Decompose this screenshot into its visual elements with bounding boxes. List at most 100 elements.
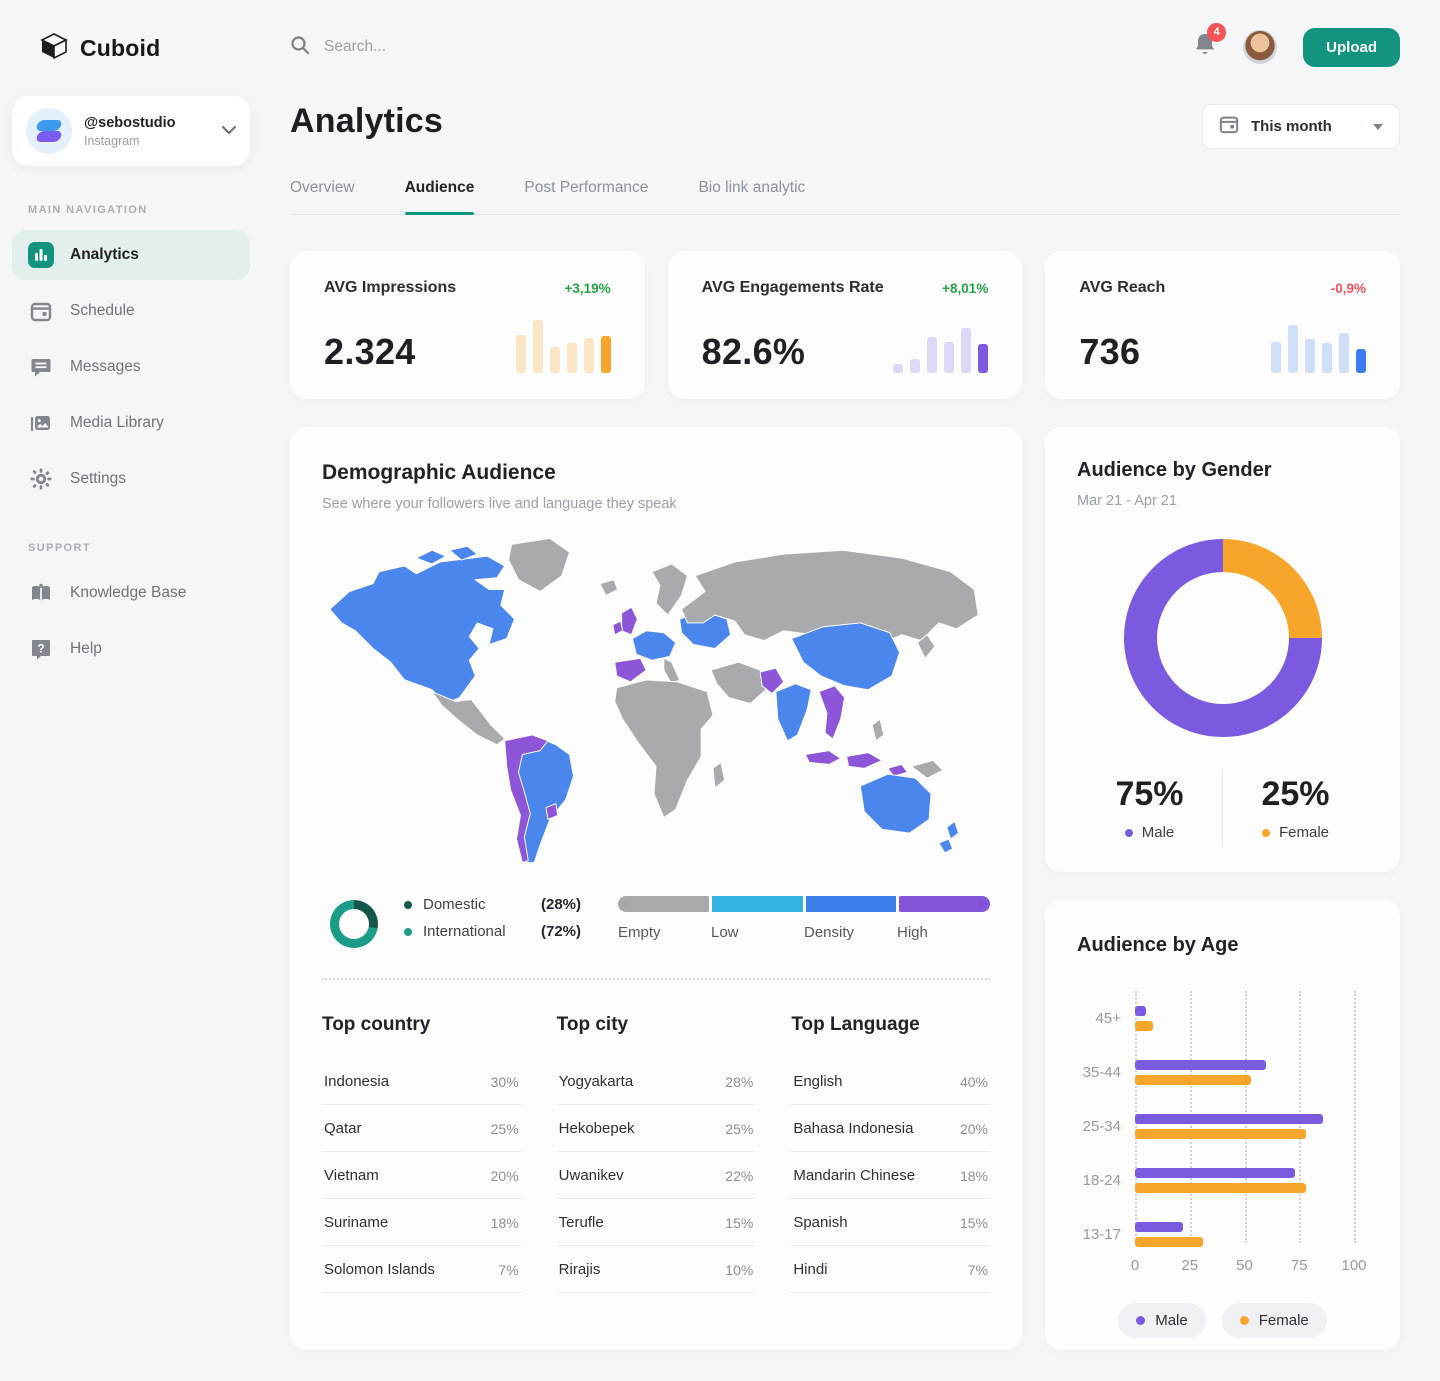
x-tick-label: 75 bbox=[1291, 1257, 1308, 1274]
tab-overview[interactable]: Overview bbox=[290, 179, 355, 214]
sidebar-item-label: Media Library bbox=[70, 414, 164, 432]
image-icon bbox=[28, 410, 54, 436]
density-segment bbox=[806, 896, 897, 912]
sidebar-item-label: Analytics bbox=[70, 246, 139, 264]
sidebar-item-schedule[interactable]: Schedule bbox=[12, 286, 250, 336]
female-stat: 25% Female bbox=[1223, 775, 1368, 841]
table-row: Solomon Islands 7% bbox=[322, 1246, 521, 1293]
age-row: 13-17 bbox=[1077, 1207, 1368, 1261]
audience-by-gender-card: Audience by Gender Mar 21 - Apr 21 75% M… bbox=[1045, 427, 1400, 872]
notifications-button[interactable]: 4 bbox=[1193, 32, 1217, 63]
brand-logo: Cuboid bbox=[12, 0, 250, 66]
bar-chart-icon bbox=[28, 242, 54, 268]
table-row: Mandarin Chinese 18% bbox=[791, 1152, 990, 1199]
row-name: Solomon Islands bbox=[324, 1261, 435, 1278]
main-content: 4 Upload Analytics This month Overview A… bbox=[262, 0, 1440, 1350]
stat-cards: AVG Impressions +3,19% 2.324 AVG Engagem… bbox=[290, 251, 1400, 399]
table-title: Top country bbox=[322, 1014, 521, 1036]
row-percentage: 28% bbox=[725, 1074, 753, 1090]
spark-bar bbox=[961, 328, 971, 373]
user-avatar[interactable] bbox=[1243, 30, 1277, 64]
spark-bar bbox=[601, 336, 611, 373]
international-dot bbox=[404, 928, 412, 936]
top-language-table: Top Language English 40%Bahasa Indonesia… bbox=[791, 1014, 990, 1293]
top-city-table: Top city Yogyakarta 28%Hekobepek 25%Uwan… bbox=[557, 1014, 756, 1293]
table-row: Hindi 7% bbox=[791, 1246, 990, 1293]
density-segment bbox=[618, 896, 709, 912]
sidebar-item-label: Settings bbox=[70, 470, 126, 488]
table-row: Terufle 15% bbox=[557, 1199, 756, 1246]
table-row: Hekobepek 25% bbox=[557, 1105, 756, 1152]
spark-bar bbox=[1305, 339, 1315, 373]
support-label: SUPPORT bbox=[28, 542, 250, 554]
density-segment bbox=[899, 896, 990, 912]
tab-post-performance[interactable]: Post Performance bbox=[524, 179, 648, 214]
female-bar bbox=[1135, 1237, 1203, 1247]
period-select[interactable]: This month bbox=[1202, 104, 1400, 149]
map-legend: Domestic (28%) International (72%) Empty… bbox=[322, 896, 990, 948]
domestic-legend: Domestic (28%) bbox=[404, 896, 581, 913]
domestic-international-donut bbox=[330, 900, 378, 948]
stat-title: AVG Reach bbox=[1079, 279, 1165, 297]
sidebar-item-analytics[interactable]: Analytics bbox=[12, 230, 250, 280]
age-bar-chart: 45+35-4425-3418-2413-17 bbox=[1077, 991, 1368, 1243]
row-percentage: 20% bbox=[491, 1168, 519, 1184]
search-input[interactable] bbox=[324, 38, 744, 56]
account-meta: @sebostudio Instagram bbox=[84, 115, 210, 148]
table-row: Spanish 15% bbox=[791, 1199, 990, 1246]
row-percentage: 7% bbox=[968, 1262, 988, 1278]
audience-by-age-card: Audience by Age 45+35-4425-3418-2413-17 … bbox=[1045, 900, 1400, 1350]
app-root: Cuboid @sebostudio Instagram MAIN NAVIGA… bbox=[0, 0, 1440, 1350]
legend-dot bbox=[1240, 1316, 1249, 1325]
legend-label: Male bbox=[1155, 1312, 1188, 1329]
domestic-dot bbox=[404, 901, 412, 909]
sidebar-item-settings[interactable]: Settings bbox=[12, 454, 250, 504]
male-bar bbox=[1135, 1168, 1295, 1178]
tab-bio-link-analytic[interactable]: Bio link analytic bbox=[698, 179, 805, 214]
age-category-label: 13-17 bbox=[1077, 1226, 1135, 1243]
female-label: Female bbox=[1279, 824, 1329, 841]
row-percentage: 22% bbox=[725, 1168, 753, 1184]
female-bar bbox=[1135, 1075, 1251, 1085]
row-name: Mandarin Chinese bbox=[793, 1167, 915, 1184]
sidebar-item-label: Schedule bbox=[70, 302, 135, 320]
row-name: Bahasa Indonesia bbox=[793, 1120, 913, 1137]
world-map bbox=[322, 526, 990, 878]
age-category-label: 45+ bbox=[1077, 1010, 1135, 1027]
density-label: High bbox=[897, 924, 990, 941]
sidebar-item-messages[interactable]: Messages bbox=[12, 342, 250, 392]
spark-bar bbox=[893, 364, 903, 373]
sidebar-item-media-library[interactable]: Media Library bbox=[12, 398, 250, 448]
spark-bar bbox=[978, 344, 988, 373]
international-legend: International (72%) bbox=[404, 923, 581, 940]
age-category-label: 25-34 bbox=[1077, 1118, 1135, 1135]
row-percentage: 40% bbox=[960, 1074, 988, 1090]
density-label: Empty bbox=[618, 924, 711, 941]
male-bar bbox=[1135, 1060, 1266, 1070]
female-bar bbox=[1135, 1129, 1306, 1139]
spark-bar bbox=[567, 343, 577, 373]
spark-bar bbox=[584, 338, 594, 373]
row-name: Rirajis bbox=[559, 1261, 601, 1278]
male-stat: 75% Male bbox=[1077, 775, 1222, 841]
demographic-subtitle: See where your followers live and langua… bbox=[322, 496, 990, 512]
upload-button[interactable]: Upload bbox=[1303, 28, 1400, 67]
impressions-sparkline bbox=[516, 311, 611, 373]
tab-audience[interactable]: Audience bbox=[405, 179, 475, 214]
row-percentage: 25% bbox=[491, 1121, 519, 1137]
stat-delta: +3,19% bbox=[564, 281, 610, 296]
chevron-down-icon bbox=[222, 122, 236, 140]
x-tick-label: 0 bbox=[1131, 1257, 1139, 1274]
period-label: This month bbox=[1251, 118, 1361, 135]
international-label: International bbox=[423, 923, 541, 940]
domestic-pct: (28%) bbox=[541, 896, 581, 913]
age-row: 35-44 bbox=[1077, 1045, 1368, 1099]
account-switcher[interactable]: @sebostudio Instagram bbox=[12, 96, 250, 166]
sidebar-item-help[interactable]: ? Help bbox=[12, 624, 250, 674]
male-percentage: 75% bbox=[1077, 775, 1222, 814]
row-percentage: 7% bbox=[498, 1262, 518, 1278]
caret-down-icon bbox=[1373, 124, 1383, 130]
age-legend: Male Female bbox=[1077, 1303, 1368, 1338]
sidebar-item-knowledge-base[interactable]: Knowledge Base bbox=[12, 568, 250, 618]
female-bar bbox=[1135, 1183, 1306, 1193]
